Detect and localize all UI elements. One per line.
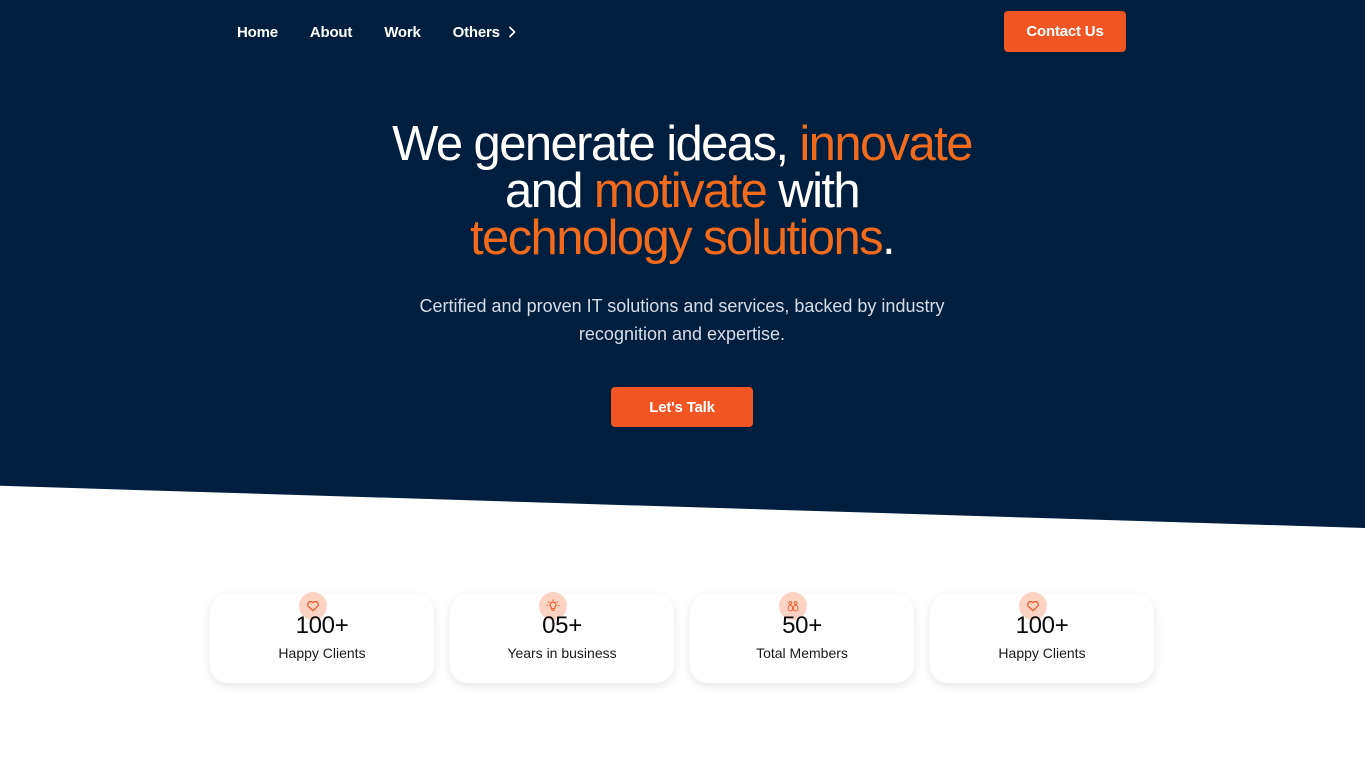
nav-about-link[interactable]: About	[310, 24, 353, 41]
hero-subtitle: Certified and proven IT solutions and se…	[419, 296, 945, 344]
stat-card-happy-clients: 100+ Happy Clients	[210, 592, 434, 683]
headline-highlight-technology: technology solutions	[469, 211, 884, 265]
hero-headline: We generate ideas, innovate and motivate…	[282, 120, 1082, 265]
nav-work-link[interactable]: Work	[384, 24, 421, 41]
stat-label: Years in business	[507, 645, 617, 661]
stat-label: Happy Clients	[278, 645, 366, 661]
headline-highlight-innovate: innovate	[799, 117, 973, 171]
headline-text-2b: with	[766, 164, 860, 218]
stat-card-years-in-business: 05+ Years in business	[450, 592, 674, 683]
nav-home-link[interactable]: Home	[237, 24, 278, 41]
chevron-right-icon	[508, 26, 516, 38]
contact-us-button[interactable]: Contact Us	[1004, 11, 1126, 52]
stat-value: 50+	[782, 612, 822, 639]
stats-section: 100+ Happy Clients 05+ Years in business	[210, 592, 1154, 683]
headline-text-2a: and	[504, 164, 594, 218]
stat-label: Happy Clients	[998, 645, 1086, 661]
stat-value: 100+	[295, 612, 349, 639]
page: Home About Work Others Contact Us We gen…	[0, 0, 1365, 765]
stat-value: 100+	[1015, 612, 1069, 639]
headline-highlight-motivate: motivate	[593, 164, 768, 218]
nav-others-link[interactable]: Others	[453, 24, 516, 41]
lets-talk-button[interactable]: Let's Talk	[611, 387, 753, 427]
nav-others-label: Others	[452, 23, 500, 41]
headline-text-1: We generate ideas,	[392, 117, 800, 171]
stat-label: Total Members	[756, 645, 848, 661]
headline-period: .	[882, 211, 896, 265]
stat-card-happy-clients-2: 100+ Happy Clients	[930, 592, 1154, 683]
stat-card-total-members: 50+ Total Members	[690, 592, 914, 683]
stat-value: 05+	[542, 612, 582, 639]
main-nav: Home About Work Others	[237, 20, 516, 44]
